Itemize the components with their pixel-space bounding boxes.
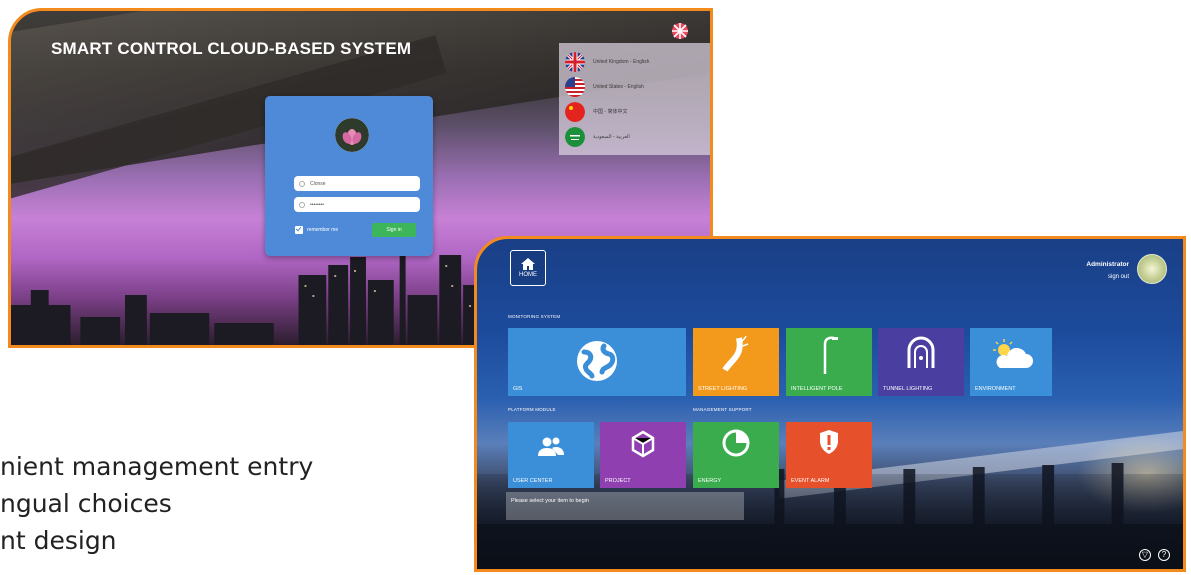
home-icon xyxy=(521,258,535,270)
help-icon[interactable]: ? xyxy=(1158,549,1170,561)
us-flag-icon xyxy=(565,76,585,97)
status-text: Please select your item to begin xyxy=(511,498,589,504)
language-option-us[interactable]: United States - English xyxy=(565,74,710,99)
tile-label: USER CENTER xyxy=(513,478,553,484)
tile-gis[interactable]: GIS xyxy=(508,328,686,396)
tile-label: INTELLIGENT POLE xyxy=(791,386,843,392)
cube-icon xyxy=(631,430,655,458)
tile-energy[interactable]: ENERGY xyxy=(693,422,779,488)
language-globe-icon[interactable] xyxy=(670,21,690,41)
globe-icon xyxy=(577,341,617,381)
avatar xyxy=(335,118,369,152)
home-label: HOME xyxy=(519,272,537,278)
user-icon xyxy=(299,180,305,187)
tile-label: TUNNEL LIGHTING xyxy=(883,386,933,392)
filter-icon[interactable]: ▽ xyxy=(1139,549,1151,561)
language-option-sa[interactable]: العربية - السعودية xyxy=(565,124,710,149)
tile-label: STREET LIGHTING xyxy=(698,386,748,392)
section-platform: PLATFORM MODULE xyxy=(508,407,556,412)
street-pole-icon xyxy=(823,336,838,374)
language-label: 中国 - 简体中文 xyxy=(593,109,628,115)
road-icon xyxy=(722,336,749,372)
tile-street-lighting[interactable]: STREET LIGHTING xyxy=(693,328,779,396)
uk-flag-icon xyxy=(565,51,585,72)
language-label: United Kingdom - English xyxy=(593,58,650,65)
section-monitoring: MONITORING SYSTEM xyxy=(508,314,561,319)
tile-label: EVENT ALARM xyxy=(791,478,830,484)
login-card: remember me Sign in xyxy=(265,96,433,256)
system-title: SMART CONTROL CLOUD-BASED SYSTEM xyxy=(51,39,412,58)
language-dropdown: United Kingdom - English United States -… xyxy=(559,43,710,155)
sign-in-button[interactable]: Sign in xyxy=(372,223,416,237)
lock-icon xyxy=(299,201,305,208)
tile-tunnel-lighting[interactable]: TUNNEL LIGHTING xyxy=(878,328,964,396)
tunnel-icon xyxy=(907,336,935,368)
pie-chart-icon xyxy=(722,429,750,457)
username-field[interactable] xyxy=(294,176,420,191)
tile-intelligent-pole[interactable]: INTELLIGENT POLE xyxy=(786,328,872,396)
username-input[interactable] xyxy=(310,180,410,187)
password-field[interactable] xyxy=(294,197,420,212)
water-reflection xyxy=(477,474,1183,569)
feature-text-3: nt design xyxy=(0,526,117,555)
remember-me[interactable]: remember me xyxy=(295,226,338,234)
language-option-cn[interactable]: 中国 - 简体中文 xyxy=(565,99,710,124)
tile-label: GIS xyxy=(513,386,523,392)
users-icon xyxy=(538,437,564,456)
tile-label: PROJECT xyxy=(605,478,631,484)
tile-project[interactable]: PROJECT xyxy=(600,422,686,488)
tile-label: ENERGY xyxy=(698,478,722,484)
lotus-icon xyxy=(335,118,369,152)
section-management: MANAGEMENT SUPPORT xyxy=(693,407,752,412)
cn-flag-icon xyxy=(565,101,585,122)
remember-label: remember me xyxy=(307,227,339,233)
feature-text-1: nient management entry xyxy=(0,452,314,481)
home-button[interactable]: HOME xyxy=(510,250,546,286)
language-option-uk[interactable]: United Kingdom - English xyxy=(565,49,710,74)
alert-shield-icon xyxy=(820,430,838,454)
password-input[interactable] xyxy=(310,201,410,208)
remember-checkbox[interactable] xyxy=(295,226,303,234)
avatar[interactable] xyxy=(1137,254,1167,284)
weather-icon xyxy=(993,339,1033,368)
status-bar: Please select your item to begin xyxy=(506,492,744,520)
user-name: Administrator xyxy=(1086,261,1129,268)
sa-flag-icon xyxy=(565,126,585,147)
sign-out-link[interactable]: sign out xyxy=(1108,274,1129,280)
tile-label: ENVIRONMENT xyxy=(975,386,1016,392)
tile-user-center[interactable]: USER CENTER xyxy=(508,422,594,488)
tile-environment[interactable]: ENVIRONMENT xyxy=(970,328,1052,396)
language-label: العربية - السعودية xyxy=(593,133,630,140)
feature-text-2: ngual choices xyxy=(0,489,172,518)
tile-event-alarm[interactable]: EVENT ALARM xyxy=(786,422,872,488)
dashboard-screen: HOME Administrator sign out MONITORING S… xyxy=(474,236,1186,572)
language-label: United States - English xyxy=(593,83,644,90)
